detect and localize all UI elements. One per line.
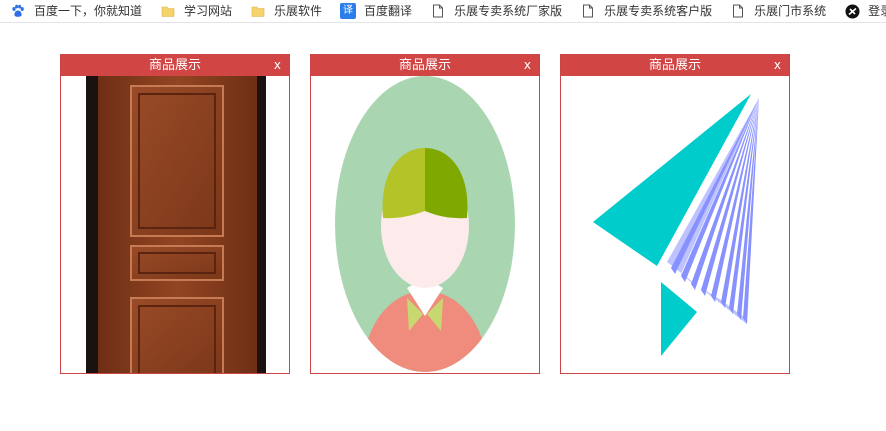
bookmark-label: 乐展软件 — [274, 3, 323, 18]
bookmark-factory-edition[interactable]: 乐展专卖系统厂家版 — [430, 0, 563, 22]
folder-icon — [160, 3, 176, 19]
bookmark-store-system[interactable]: 乐展门市系统 — [730, 0, 827, 22]
wooden-door-image — [61, 76, 289, 373]
bookmark-lezhan-folder[interactable]: 乐展软件 — [250, 0, 323, 22]
page-icon — [730, 3, 746, 19]
bookmark-label: 乐展专卖系统厂家版 — [454, 3, 563, 18]
translate-icon: 译 — [340, 3, 357, 19]
product-card-door: 商品展示 x — [60, 54, 290, 374]
page-icon — [580, 3, 596, 19]
bookmark-label: 学习网站 — [184, 3, 233, 18]
bookmark-label: 百度一下，你就知道 — [34, 3, 143, 18]
bookmark-label: 乐展专卖系统客户版 — [604, 3, 713, 18]
paper-plane-image — [561, 76, 789, 373]
close-button[interactable]: x — [774, 55, 781, 76]
bookmark-baidu[interactable]: 百度一下，你就知道 — [10, 0, 143, 22]
login-circle-icon — [844, 3, 860, 19]
bookmark-label: 百度翻译 — [364, 3, 413, 18]
bookmark-label: 登录-- — [868, 3, 886, 18]
product-card-paper-plane: 商品展示 x — [560, 54, 790, 374]
avatar-girl-image — [311, 76, 539, 373]
bookmark-client-edition[interactable]: 乐展专卖系统客户版 — [580, 0, 713, 22]
bookmark-study-folder[interactable]: 学习网站 — [160, 0, 233, 22]
bookmark-baidu-translate[interactable]: 译 百度翻译 — [340, 0, 413, 22]
page-icon — [430, 3, 446, 19]
folder-icon — [250, 3, 266, 19]
card-header: 商品展示 x — [61, 55, 289, 76]
close-button[interactable]: x — [274, 55, 281, 76]
bookmark-label: 乐展门市系统 — [754, 3, 827, 18]
card-title: 商品展示 — [648, 58, 701, 73]
baidu-paw-icon — [10, 3, 26, 19]
close-button[interactable]: x — [524, 55, 531, 76]
bookmarks-bar: 百度一下，你就知道 学习网站 乐展软件 译 百度翻译 乐展专卖系统厂家版 乐展专… — [0, 0, 886, 23]
product-card-avatar: 商品展示 x — [310, 54, 540, 374]
card-header: 商品展示 x — [561, 55, 789, 76]
card-header: 商品展示 x — [311, 55, 539, 76]
card-title: 商品展示 — [398, 58, 451, 73]
bookmark-login[interactable]: 登录-- — [844, 0, 886, 22]
card-title: 商品展示 — [148, 58, 201, 73]
